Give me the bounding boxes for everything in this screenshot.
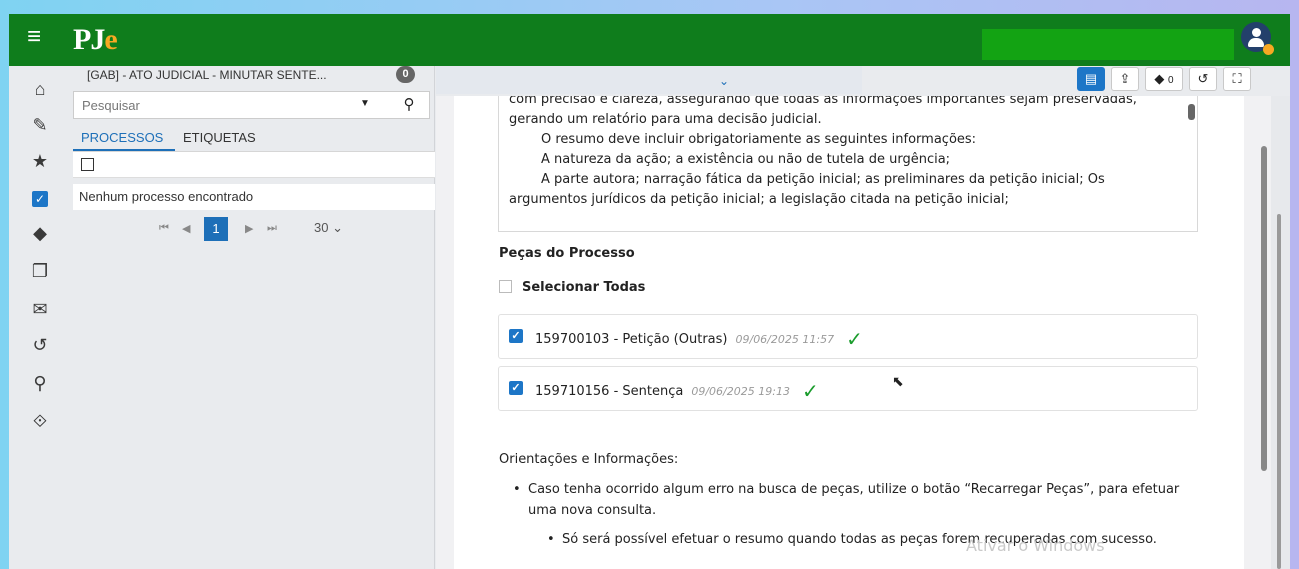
select-all-checkbox[interactable] [81, 158, 94, 171]
search-button[interactable]: ⚲ [394, 95, 424, 115]
first-page-icon[interactable]: ⏮ [159, 222, 169, 235]
piece-label: 159710156 - Sentença [535, 384, 684, 399]
document-panel: com precisão e clareza, assegurando que … [454, 96, 1244, 569]
tags-icon[interactable]: ◆ [29, 222, 51, 244]
check-icon: ✓ [846, 327, 863, 351]
piece-label: 159700103 - Petição (Outras) [535, 332, 728, 347]
select-all-pieces[interactable]: Selecionar Todas [499, 280, 645, 295]
orientation-bullet-cont: uma nova consulta. [528, 503, 657, 518]
summary-line: gerando um relatório para uma decisão ju… [509, 112, 822, 127]
tab-processos[interactable]: PROCESSOS [81, 130, 163, 145]
copy-icon[interactable]: ❐ [29, 260, 51, 282]
checkbox-icon[interactable]: ✓ [29, 186, 51, 208]
piece-checkbox[interactable]: ✓ [509, 329, 523, 343]
share-icon[interactable]: ⇪ [1111, 67, 1139, 91]
status-dot [1263, 44, 1274, 55]
document-view-button[interactable]: ▤ [1077, 67, 1105, 91]
textarea-scrollbar[interactable] [1188, 104, 1195, 120]
select-all-checkbox[interactable] [499, 280, 512, 293]
count-badge: 0 [396, 66, 415, 83]
prev-page-icon[interactable]: ◀ [182, 222, 190, 235]
empty-message: Nenhum processo encontrado [73, 184, 435, 210]
chevron-down-icon[interactable]: ⌄ [719, 74, 729, 88]
page-size-value: 30 [314, 220, 329, 235]
orientation-bullet: • Caso tenha ocorrido algum erro na busca… [513, 482, 1180, 497]
pje-logo[interactable]: PJe [73, 23, 118, 57]
history-icon[interactable]: ↺ [29, 334, 51, 356]
home-icon[interactable]: ⌂ [29, 78, 51, 100]
search-icon[interactable]: ⚲ [29, 372, 51, 394]
tags-button[interactable]: ◆ 0 [1145, 67, 1183, 91]
history-icon[interactable]: ↺ [1189, 67, 1217, 91]
process-panel: [GAB] - ATO JUDICIAL - MINUTAR SENTE... … [67, 66, 435, 569]
task-title[interactable]: [GAB] - ATO JUDICIAL - MINUTAR SENTE... [87, 68, 327, 82]
search-input[interactable] [82, 96, 342, 114]
diamond-arrows-icon[interactable]: ⟐ [29, 410, 51, 432]
page-size-select[interactable]: 30 ⌄ [314, 220, 343, 236]
summary-line: A parte autora; narração fática da petiç… [541, 172, 1105, 187]
windows-watermark: Ativar o Windows [966, 536, 1105, 555]
logo-text: PJ [73, 23, 105, 56]
summary-line: com precisão e clareza, assegurando que … [509, 96, 1137, 107]
bullet-text: Caso tenha ocorrido algum erro na busca … [528, 482, 1180, 497]
piece-date: 09/06/2025 11:57 [735, 333, 835, 346]
last-page-icon[interactable]: ⏭ [267, 222, 277, 235]
summary-textarea[interactable]: com precisão e clareza, assegurando que … [498, 96, 1198, 232]
left-icon-bar: ⌂ ✎ ★ ✓ ◆ ❐ ✉ ↺ ⚲ ⟐ [9, 66, 67, 569]
right-gutter [1271, 96, 1290, 569]
orientations-heading: Orientações e Informações: [499, 452, 679, 467]
content-scrollbar[interactable] [1256, 96, 1271, 569]
current-page[interactable]: 1 [204, 217, 228, 241]
scrollbar-thumb[interactable] [1261, 146, 1267, 471]
next-page-icon[interactable]: ▶ [245, 222, 253, 235]
summary-line: O resumo deve incluir obrigatoriamente a… [541, 132, 977, 147]
top-bar: ≡ PJe [9, 14, 1290, 66]
piece-row: ✓ 159700103 - Petição (Outras) 09/06/2025… [498, 314, 1198, 359]
pagination: ⏮ ◀ 1 ▶ ⏭ 30 ⌄ [67, 216, 435, 244]
fullscreen-icon[interactable]: ⛶ [1223, 67, 1251, 91]
tab-etiquetas[interactable]: ETIQUETAS [183, 130, 256, 145]
mail-icon[interactable]: ✉ [29, 298, 51, 320]
piece-row: ✓ 159710156 - Sentença 09/06/2025 19:13 ✓ [498, 366, 1198, 411]
header-info-box [982, 29, 1234, 60]
summary-line: A natureza da ação; a existência ou não … [541, 152, 951, 167]
piece-checkbox[interactable]: ✓ [509, 381, 523, 395]
pencil-icon[interactable]: ✎ [29, 114, 51, 136]
star-icon[interactable]: ★ [29, 150, 51, 172]
mouse-cursor-icon: ⬉ [892, 373, 904, 389]
piece-date: 09/06/2025 19:13 [691, 385, 790, 398]
pieces-heading: Peças do Processo [499, 246, 635, 261]
check-icon: ✓ [801, 379, 819, 403]
select-all-row [73, 152, 435, 178]
summary-line: argumentos jurídicos da petição inicial;… [509, 192, 1009, 207]
menu-icon[interactable]: ≡ [27, 25, 51, 49]
chevron-down-icon[interactable]: ▼ [360, 98, 370, 109]
select-all-label: Selecionar Todas [522, 280, 646, 295]
expand-bar[interactable]: ⌄ [436, 66, 862, 94]
content-area: ⌄ ▤ ⇪ ◆ 0 ↺ ⛶ com precisão e clareza, as… [436, 66, 1290, 569]
outer-scrollbar[interactable] [1277, 214, 1281, 569]
user-avatar-icon[interactable] [1241, 22, 1274, 55]
tags-count: 0 [1168, 75, 1174, 86]
content-toolbar: ⌄ ▤ ⇪ ◆ 0 ↺ ⛶ [436, 66, 1290, 96]
logo-e: e [104, 23, 117, 56]
app-window: ≡ PJe ⌂ ✎ ★ ✓ ◆ ❐ ✉ ↺ ⚲ ⟐ [GAB] - ATO JU… [9, 14, 1290, 569]
search-box: ▼ ⚲ [73, 91, 430, 119]
